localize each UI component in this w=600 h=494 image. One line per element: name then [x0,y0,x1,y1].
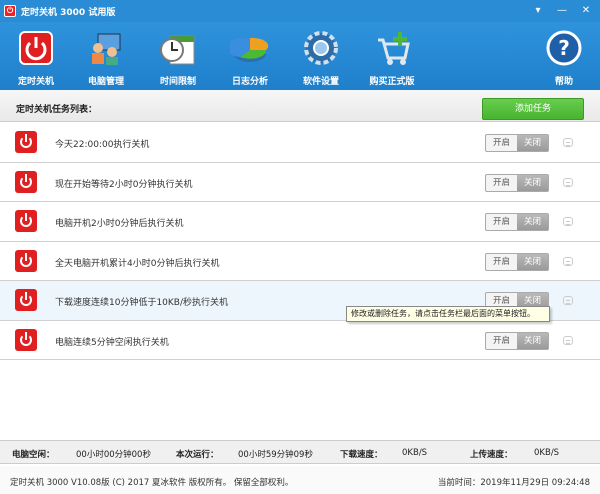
minimize-button[interactable]: — [550,2,574,18]
toolbar-shutdown[interactable]: 定时关机 [6,28,66,87]
status-bar: 电脑空闲： 00小时00分钟00秒 本次运行： 00小时59分钟09秒 下载速度… [0,440,600,464]
title-bar: ⏻ 定时关机 3000 试用版 ▾ — ✕ [0,0,600,22]
toggle-on-button[interactable]: 开启 [486,175,517,191]
task-menu-icon[interactable] [563,296,573,305]
toolbar-buy-label: 购买正式版 [369,77,415,87]
task-row[interactable]: 电脑开机2小时0分钟后执行关机 开启 关闭 [0,202,600,242]
toggle-off-button[interactable]: 关闭 [517,332,548,349]
power-icon [15,210,37,232]
run-time-value: 00小时59分钟09秒 [238,450,313,460]
add-task-button[interactable]: 添加任务 [482,98,584,120]
toggle-off-button[interactable]: 关闭 [517,174,548,191]
toggle-off-button[interactable]: 关闭 [517,253,548,270]
svg-text:?: ? [558,36,570,60]
power-icon [15,131,37,153]
task-text: 今天22:00:00执行关机 [55,140,150,150]
menu-dropdown-button[interactable]: ▾ [526,2,550,18]
toolbar-log-analysis[interactable]: 日志分析 [220,28,280,87]
task-tooltip: 修改或删除任务，请点击任务栏最后面的菜单按钮。 [346,306,550,322]
task-toggle: 开启 关闭 [485,173,549,192]
task-text: 全天电脑开机累计4小时0分钟后执行关机 [55,258,220,269]
window-controls: ▾ — ✕ [526,2,598,18]
task-row[interactable]: 现在开始等待2小时0分钟执行关机 开启 关闭 [0,162,600,202]
help-icon: ? [544,28,584,68]
task-toggle: 开启 关闭 [485,331,549,350]
toggle-on-button[interactable]: 开启 [486,135,517,151]
task-menu-icon[interactable] [563,256,573,266]
toolbar-time-limit-label: 时间限制 [159,77,196,87]
task-menu-icon[interactable] [563,335,573,345]
window-title: 定时关机 3000 试用版 [21,7,116,18]
current-time-label: 当前时间： [437,478,481,488]
power-icon [15,170,37,193]
upload-speed-label: 上传速度： [470,450,513,460]
task-row[interactable]: 电脑连续5分钟空闲执行关机 开启 关闭 [0,320,600,360]
task-list-header: 定时关机任务列表： 添加任务 [0,90,600,122]
toggle-off-button[interactable]: 关闭 [517,214,548,230]
toggle-on-button[interactable]: 开启 [486,333,517,349]
current-time: 当前时间：2019年11月29日 09:24:48 [438,476,590,488]
gear-icon [301,28,341,68]
task-menu-icon[interactable] [563,138,573,147]
toolbar-log-analysis-label: 日志分析 [231,77,268,87]
toolbar-help[interactable]: ? 帮助 [534,28,594,87]
toolbar-settings-label: 软件设置 [302,77,339,87]
task-toggle: 开启 关闭 [485,252,549,271]
task-text: 电脑连续5分钟空闲执行关机 [55,337,169,348]
toggle-on-button[interactable]: 开启 [486,254,517,270]
task-row[interactable]: 今天22:00:00执行关机 开启 关闭 [0,123,600,163]
pc-idle-label: 电脑空闲： [12,450,55,460]
task-toggle: 开启 关闭 [485,213,549,231]
toolbar-computer-manage[interactable]: 电脑管理 [76,28,136,87]
task-menu-icon[interactable] [563,177,573,187]
copyright-text: 定时关机 3000 V10.08版 (C) 2017 夏冰软件 版权所有。 保留… [10,478,294,488]
computer-people-icon [86,28,126,68]
task-list: 今天22:00:00执行关机 开启 关闭 现在开始等待2小时0分钟执行关机 开启… [0,123,600,360]
main-toolbar: 定时关机 电脑管理 时间限制 日志分析 软件设置 购买正式版 ? 帮助 [0,22,600,90]
power-icon [15,249,37,272]
toolbar-buy[interactable]: 购买正式版 [362,28,422,87]
toolbar-settings[interactable]: 软件设置 [291,28,351,87]
download-speed-label: 下载速度： [340,450,383,460]
toggle-off-button[interactable]: 关闭 [517,135,548,151]
toolbar-help-label: 帮助 [554,77,573,87]
close-button[interactable]: ✕ [574,2,598,18]
power-icon [15,328,37,351]
toggle-on-button[interactable]: 开启 [486,214,517,230]
app-icon: ⏻ [4,5,16,17]
run-time-label: 本次运行： [176,450,219,460]
download-speed-value: 0KB/S [402,448,428,458]
task-list-caption: 定时关机任务列表： [16,105,98,115]
task-text: 下载速度连续10分钟低于10KB/秒执行关机 [55,298,229,308]
shopping-cart-icon [372,28,412,68]
task-text: 现在开始等待2小时0分钟执行关机 [55,179,193,190]
task-menu-icon[interactable] [563,217,573,226]
upload-speed-value: 0KB/S [534,448,560,458]
current-time-value: 2019年11月29日 09:24:48 [480,478,590,488]
toolbar-computer-manage-label: 电脑管理 [87,77,124,87]
pc-idle-value: 00小时00分钟00秒 [76,450,151,460]
toolbar-time-limit[interactable]: 时间限制 [148,28,208,87]
footer: 定时关机 3000 V10.08版 (C) 2017 夏冰软件 版权所有。 保留… [0,466,600,494]
power-icon [15,289,37,311]
pie-chart-icon [225,28,270,68]
task-text: 电脑开机2小时0分钟后执行关机 [55,219,184,229]
clock-icon [158,28,198,68]
power-icon [16,28,56,68]
task-row[interactable]: 全天电脑开机累计4小时0分钟后执行关机 开启 关闭 [0,241,600,281]
toolbar-shutdown-label: 定时关机 [17,77,54,87]
task-toggle: 开启 关闭 [485,134,549,152]
